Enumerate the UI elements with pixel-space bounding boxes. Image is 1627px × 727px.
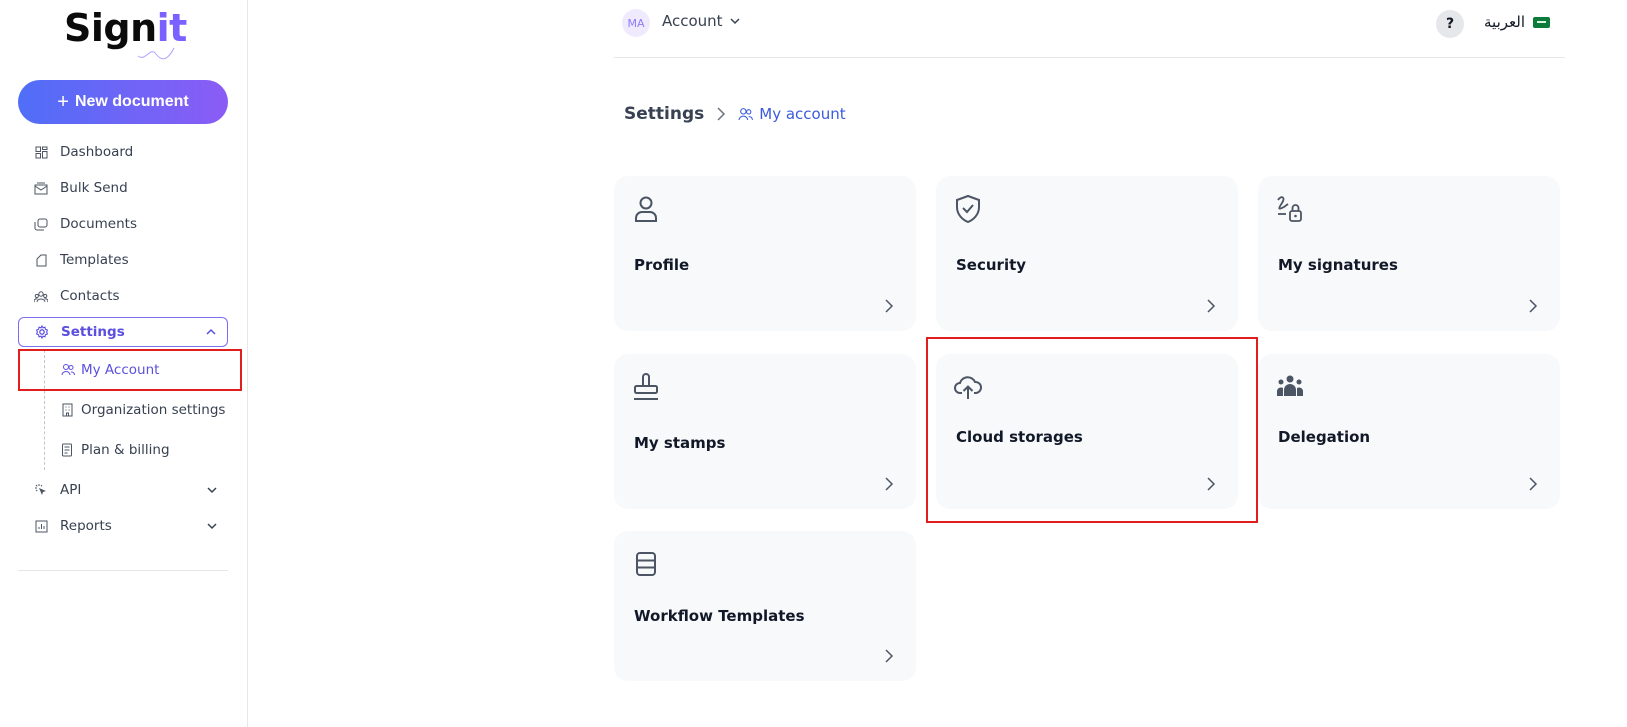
sidebar-item-dashboard[interactable]: Dashboard [18, 134, 228, 170]
users-icon [738, 108, 754, 121]
account-dropdown[interactable]: Account [662, 12, 741, 30]
card-security[interactable]: Security [936, 176, 1238, 331]
card-my-signatures[interactable]: My signatures [1258, 176, 1560, 331]
sidebar-item-organization-settings[interactable]: Organization settings [45, 390, 228, 430]
logo-swirl-icon [137, 47, 175, 60]
language-switch[interactable]: العربية [1484, 13, 1550, 31]
template-icon [34, 253, 48, 267]
sidebar-item-settings[interactable]: Settings [18, 317, 228, 347]
group-icon [1277, 375, 1303, 396]
breadcrumb-settings[interactable]: Settings [624, 104, 704, 124]
card-my-stamps[interactable]: My stamps [614, 354, 916, 509]
signature-lock-icon [1277, 196, 1302, 222]
sidebar-item-bulk-send[interactable]: Bulk Send [18, 170, 228, 206]
contacts-icon [34, 289, 48, 303]
new-document-button[interactable]: + New document [18, 80, 228, 124]
saudi-flag-icon [1533, 16, 1550, 28]
receipt-icon [61, 443, 75, 457]
chevron-right-icon [1529, 477, 1538, 491]
card-profile[interactable]: Profile [614, 176, 916, 331]
chevron-right-icon [885, 649, 894, 663]
signit-logo[interactable]: Signit [64, 4, 187, 60]
sidebar-nav: Dashboard Bulk Send Documents Templates … [18, 134, 228, 544]
highlight-box-cloud-storages [926, 337, 1258, 523]
card-workflow-templates[interactable]: Workflow Templates [614, 531, 916, 681]
help-button[interactable]: ? [1436, 10, 1464, 38]
sidebar-item-reports[interactable]: Reports [18, 508, 228, 544]
sidebar-item-templates[interactable]: Templates [18, 242, 228, 278]
dashboard-icon [34, 145, 48, 159]
chevron-right-icon [885, 299, 894, 313]
chevron-right-icon [1207, 299, 1216, 313]
chevron-right-icon [1529, 299, 1538, 313]
chevron-down-icon [207, 523, 217, 530]
user-icon [635, 196, 657, 222]
shield-check-icon [956, 194, 980, 224]
cursor-click-icon [34, 483, 48, 497]
sidebar-item-api[interactable]: API [18, 472, 228, 508]
sidebar-item-contacts[interactable]: Contacts [18, 278, 228, 314]
chevron-down-icon [207, 487, 217, 494]
documents-icon [34, 217, 48, 231]
highlight-box-my-account [18, 349, 242, 391]
chevron-right-icon [885, 477, 894, 491]
chart-icon [34, 519, 48, 533]
breadcrumb-my-account: My account [738, 105, 846, 123]
breadcrumb: Settings My account [624, 104, 846, 124]
sidebar-divider [18, 570, 228, 571]
topbar: MA Account ? العربية [614, 0, 1565, 58]
chevron-right-icon [717, 107, 726, 121]
sidebar-item-plan-billing[interactable]: Plan & billing [45, 430, 228, 470]
chevron-up-icon [206, 328, 216, 335]
plus-icon: + [57, 90, 69, 113]
stack-icon [636, 552, 656, 576]
building-icon [61, 403, 75, 417]
card-delegation[interactable]: Delegation [1258, 354, 1560, 509]
avatar[interactable]: MA [622, 9, 650, 37]
chevron-down-icon [730, 18, 740, 25]
sidebar-item-documents[interactable]: Documents [18, 206, 228, 242]
stamp-icon [634, 373, 658, 400]
mail-stack-icon [34, 181, 48, 195]
gear-icon [35, 325, 49, 339]
